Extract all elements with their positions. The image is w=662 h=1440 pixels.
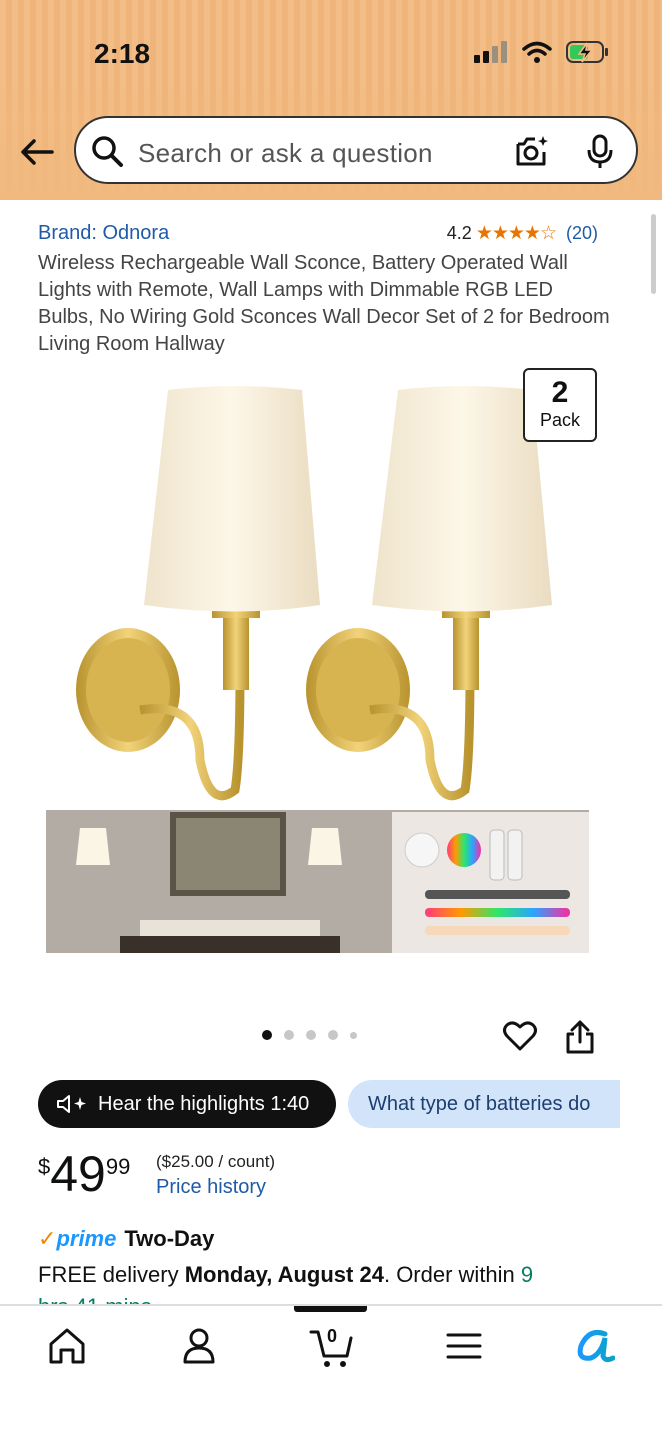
scrollbar[interactable] bbox=[651, 214, 656, 294]
review-count[interactable]: (20) bbox=[566, 223, 598, 244]
order-within-text: . Order within bbox=[383, 1262, 521, 1287]
pack-badge: 2 Pack bbox=[523, 368, 597, 442]
home-icon[interactable] bbox=[47, 1326, 87, 1366]
heart-icon[interactable] bbox=[503, 1020, 537, 1052]
delivery-countdown: 9 bbox=[520, 1262, 534, 1287]
carousel-dots[interactable] bbox=[262, 1030, 357, 1040]
prime-check-icon: ✓ bbox=[38, 1226, 57, 1251]
brand-link[interactable]: Brand: Odnora bbox=[38, 222, 169, 245]
price-fraction: 99 bbox=[105, 1154, 131, 1179]
product-title: Wireless Rechargeable Wall Sconce, Batte… bbox=[38, 252, 610, 355]
price-history-link[interactable]: Price history bbox=[156, 1176, 266, 1199]
menu-icon[interactable] bbox=[444, 1326, 484, 1366]
search-icon bbox=[92, 136, 123, 167]
prime-logo: prime bbox=[56, 1226, 117, 1251]
delivery-speed: Two-Day bbox=[124, 1226, 215, 1251]
cellular-signal-icon bbox=[474, 41, 507, 63]
delivery-countdown-cut: hrs 41 mins bbox=[38, 1294, 152, 1304]
price: $ 49 99 bbox=[38, 1148, 130, 1200]
rating-value: 4.2 bbox=[446, 223, 472, 243]
nav-indicator bbox=[294, 1306, 367, 1312]
search-input[interactable]: Search or ask a question bbox=[138, 138, 433, 169]
back-arrow-icon[interactable] bbox=[18, 132, 58, 172]
price-currency: $ bbox=[38, 1154, 51, 1179]
carousel-dot[interactable] bbox=[306, 1030, 316, 1040]
microphone-icon[interactable] bbox=[586, 134, 614, 170]
battery-charging-icon bbox=[566, 41, 608, 63]
rating-summary[interactable]: 4.2 ★★★★☆ (20) bbox=[447, 222, 598, 245]
cart-button[interactable]: 0 bbox=[309, 1326, 355, 1370]
delivery-date: Monday, August 24 bbox=[184, 1262, 384, 1287]
cart-count: 0 bbox=[326, 1326, 337, 1346]
unit-price: ($25.00 / count) bbox=[156, 1152, 276, 1171]
question-chip[interactable]: What type of batteries do bbox=[348, 1080, 620, 1128]
product-image[interactable] bbox=[40, 360, 620, 960]
free-delivery-text: FREE delivery bbox=[38, 1262, 185, 1287]
hear-highlights-button[interactable]: Hear the highlights 1:40 bbox=[38, 1080, 336, 1128]
carousel-dot[interactable] bbox=[284, 1030, 294, 1040]
star-rating-icon: ★★★★☆ bbox=[475, 223, 557, 244]
carousel-dot[interactable] bbox=[350, 1031, 357, 1039]
account-icon[interactable] bbox=[179, 1326, 219, 1366]
search-bar[interactable]: Search or ask a question bbox=[74, 116, 638, 184]
bottom-nav: 0 bbox=[0, 1304, 662, 1440]
pack-number: 2 bbox=[551, 376, 569, 409]
share-icon[interactable] bbox=[564, 1020, 596, 1054]
prime-badge: ✓ prime Two-Day bbox=[38, 1226, 214, 1252]
pack-label: Pack bbox=[539, 410, 581, 430]
speaker-sparkle-icon bbox=[57, 1095, 86, 1113]
status-icons bbox=[474, 40, 610, 64]
camera-lens-icon[interactable] bbox=[514, 134, 550, 168]
rufus-ai-icon[interactable] bbox=[575, 1326, 615, 1366]
carousel-dot[interactable] bbox=[262, 1030, 272, 1040]
wifi-icon bbox=[522, 41, 552, 63]
hear-highlights-label: Hear the highlights 1:40 bbox=[98, 1092, 310, 1115]
price-whole: 49 bbox=[50, 1146, 106, 1202]
status-time: 2:18 bbox=[94, 38, 151, 69]
delivery-info: FREE delivery Monday, August 24. Order w… bbox=[38, 1262, 533, 1288]
carousel-dot[interactable] bbox=[328, 1030, 338, 1040]
